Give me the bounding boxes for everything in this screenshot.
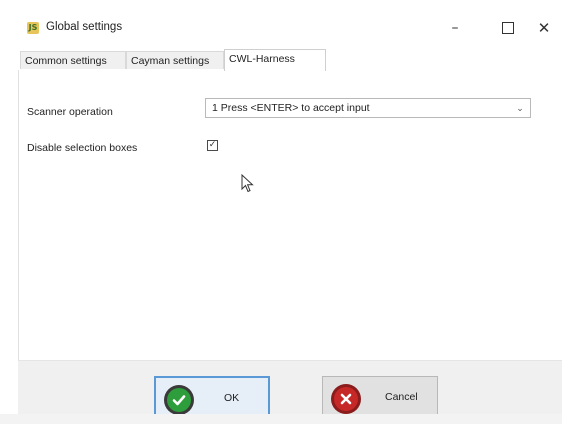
tab-bar: Common settings Cayman settings CWL-Harn… (18, 49, 562, 71)
cancel-x-icon (331, 384, 361, 414)
maximize-icon (502, 21, 514, 34)
close-button[interactable]: ✕ (529, 16, 559, 40)
dialog-footer: OK Cancel (18, 360, 562, 420)
minimize-button[interactable]: – (440, 16, 470, 40)
checkmark-icon (164, 385, 194, 415)
tab-content-panel: Scanner operation 1 Press <ENTER> to acc… (18, 70, 562, 360)
tab-cayman-settings[interactable]: Cayman settings (126, 51, 224, 69)
chevron-down-icon: ⌄ (516, 103, 524, 113)
disable-selection-boxes-checkbox[interactable]: ✓ (207, 140, 218, 151)
mouse-cursor-icon (241, 174, 254, 193)
ok-button-label: OK (224, 392, 240, 404)
disable-selection-boxes-label: Disable selection boxes (27, 142, 138, 154)
maximize-button[interactable] (493, 16, 523, 40)
title-bar[interactable]: JS Global settings – ✕ (0, 10, 562, 50)
scanner-operation-label: Scanner operation (27, 106, 113, 118)
tab-cwl-harness[interactable]: CWL-Harness (224, 49, 326, 71)
global-settings-window: JS Global settings – ✕ Common settings C… (0, 0, 562, 424)
cancel-button-label: Cancel (385, 391, 418, 403)
scanner-operation-select[interactable]: 1 Press <ENTER> to accept input ⌄ (205, 98, 531, 118)
window-title: Global settings (46, 21, 123, 33)
tab-common-settings[interactable]: Common settings (20, 51, 126, 69)
scanner-operation-value: 1 Press <ENTER> to accept input (212, 102, 370, 114)
window-bottom-edge (0, 414, 562, 424)
app-icon: JS (27, 22, 39, 34)
